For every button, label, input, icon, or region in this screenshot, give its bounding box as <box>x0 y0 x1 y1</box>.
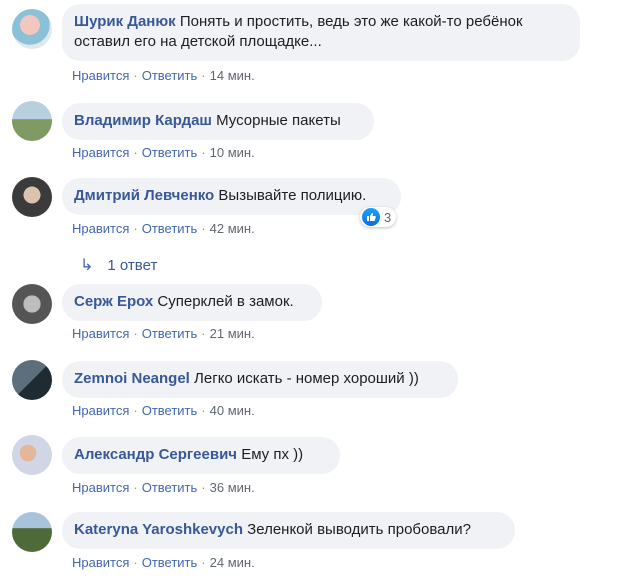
comment-bubble: Александр Сергеевич Ему пх )) <box>62 437 340 474</box>
comment-author[interactable]: Владимир Кардаш <box>74 112 212 129</box>
avatar[interactable] <box>12 177 52 217</box>
comment-text: Зеленкой выводить пробовали? <box>247 521 471 538</box>
view-replies-link[interactable]: ↳ 1 ответ <box>80 255 157 275</box>
like-button[interactable]: Нравится <box>72 326 129 341</box>
comment-bubble: Шурик Данюк Понять и простить, ведь это … <box>62 4 580 61</box>
comment-actions: Нравится · Ответить · 21 мин. <box>72 326 255 341</box>
avatar[interactable] <box>12 101 52 141</box>
reply-button[interactable]: Ответить <box>142 221 198 236</box>
reply-arrow-icon: ↳ <box>80 257 94 274</box>
comment-author[interactable]: Александр Сергеевич <box>74 446 237 463</box>
reply-button[interactable]: Ответить <box>142 403 198 418</box>
comment-actions: Нравится · Ответить · 14 мин. <box>72 68 255 83</box>
reply-button[interactable]: Ответить <box>142 145 198 160</box>
replies-count-label: 1 ответ <box>107 256 158 274</box>
comment-actions: Нравится · Ответить · 40 мин. <box>72 403 255 418</box>
comment-author[interactable]: Серж Ерох <box>74 293 153 310</box>
reply-button[interactable]: Ответить <box>142 480 198 495</box>
timestamp[interactable]: 24 мин. <box>210 555 255 570</box>
reply-button[interactable]: Ответить <box>142 326 198 341</box>
like-button[interactable]: Нравится <box>72 68 129 83</box>
comment-author[interactable]: Дмитрий Левченко <box>74 187 214 204</box>
comment-actions: Нравится · Ответить · 10 мин. <box>72 145 255 160</box>
avatar[interactable] <box>12 9 52 49</box>
avatar[interactable] <box>12 360 52 400</box>
timestamp[interactable]: 14 мин. <box>210 68 255 83</box>
like-icon <box>362 208 380 226</box>
timestamp[interactable]: 10 мин. <box>210 145 255 160</box>
comment-author[interactable]: Zemnoi Neangel <box>74 370 190 387</box>
timestamp[interactable]: 36 мин. <box>210 480 255 495</box>
comment-text: оставил его на детской площадке... <box>74 33 322 50</box>
comment-text: Понять и простить, ведь это же какой-то … <box>179 13 523 30</box>
like-button[interactable]: Нравится <box>72 480 129 495</box>
comment-bubble: Дмитрий Левченко Вызывайте полицию. <box>62 178 401 215</box>
comment-actions: Нравится · Ответить · 42 мин. <box>72 221 255 236</box>
avatar[interactable] <box>12 512 52 552</box>
comment-actions: Нравится · Ответить · 36 мин. <box>72 480 255 495</box>
comment-actions: Нравится · Ответить · 24 мин. <box>72 555 255 570</box>
avatar[interactable] <box>12 284 52 324</box>
comment-text: Мусорные пакеты <box>216 112 341 129</box>
timestamp[interactable]: 40 мин. <box>210 403 255 418</box>
reaction-count-text: 3 <box>384 209 392 225</box>
avatar[interactable] <box>12 435 52 475</box>
comment-bubble: Владимир Кардаш Мусорные пакеты <box>62 103 374 140</box>
timestamp[interactable]: 42 мин. <box>210 221 255 236</box>
comment-author[interactable]: Шурик Данюк <box>74 13 176 30</box>
comment-text: Вызывайте полицию. <box>218 187 367 204</box>
comment-bubble: Серж Ерох Суперклей в замок. <box>62 284 322 321</box>
comment-text: Суперклей в замок. <box>157 293 294 310</box>
comment-bubble: Zemnoi Neangel Легко искать - номер хоро… <box>62 361 458 398</box>
like-button[interactable]: Нравится <box>72 145 129 160</box>
reply-button[interactable]: Ответить <box>142 68 198 83</box>
like-button[interactable]: Нравится <box>72 221 129 236</box>
comment-author[interactable]: Kateryna Yaroshkevych <box>74 521 243 538</box>
like-button[interactable]: Нравится <box>72 555 129 570</box>
comment-text: Ему пх )) <box>241 446 304 463</box>
reply-button[interactable]: Ответить <box>142 555 198 570</box>
comment-text: Легко искать - номер хороший )) <box>194 370 419 387</box>
timestamp[interactable]: 21 мин. <box>210 326 255 341</box>
reaction-count[interactable]: 3 <box>360 207 397 227</box>
like-button[interactable]: Нравится <box>72 403 129 418</box>
comment-bubble: Kateryna Yaroshkevych Зеленкой выводить … <box>62 512 515 549</box>
